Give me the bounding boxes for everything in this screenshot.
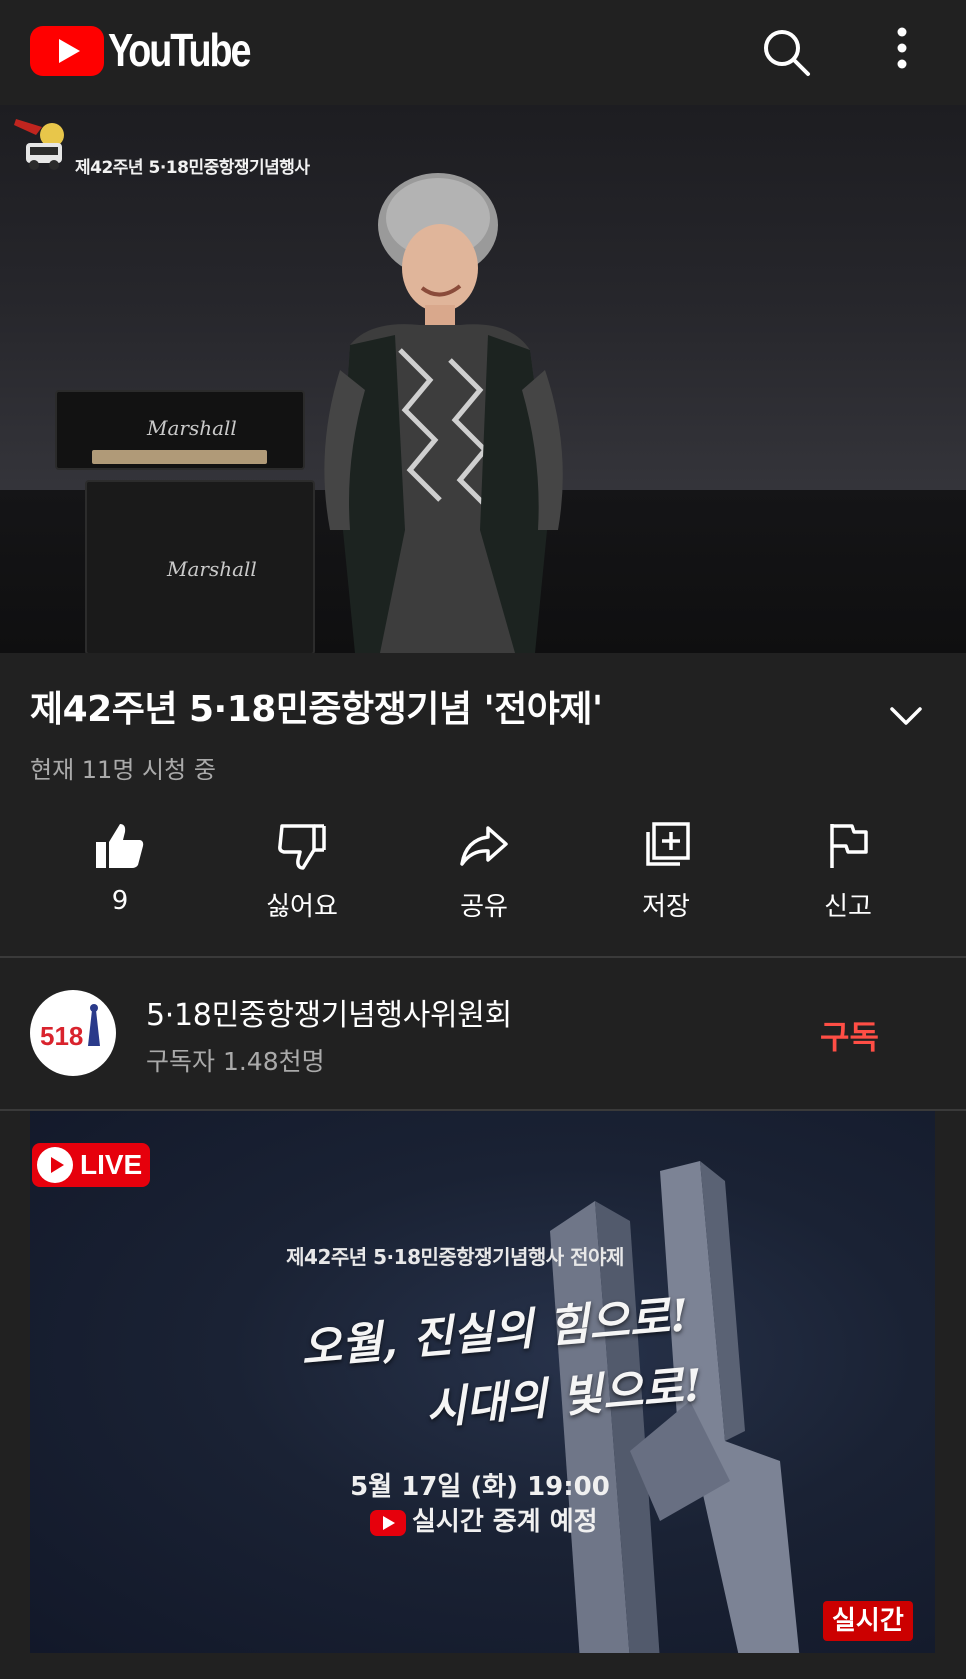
video-title[interactable]: 제42주년 5·18민중항쟁기념 '전야제' (30, 688, 850, 732)
channel-avatar[interactable]: 518 (30, 990, 116, 1076)
video-overlay-caption: 제42주년 5·18민중항쟁기념행사 (75, 158, 310, 178)
dislike-button[interactable]: 싫어요 (232, 820, 372, 940)
app-name[interactable]: YouTube (108, 22, 251, 78)
live-status-badge: 실시간 (823, 1601, 913, 1641)
card-schedule: 실시간 중계 예정 (370, 1501, 598, 1537)
card-event-title: 제42주년 5·18민중항쟁기념행사 전야제 (286, 1245, 624, 1269)
video-actions-row: 9 싫어요 공유 저장 신고 (0, 820, 966, 940)
flag-icon (830, 824, 868, 868)
live-badge: LIVE (32, 1143, 150, 1187)
subscriber-count: 구독자 1.48천명 (146, 1047, 325, 1076)
channel-logo-icon: 518 (40, 1004, 100, 1051)
channel-name[interactable]: 5·18민중항쟁기념행사위원회 (146, 990, 512, 1034)
avatar-text: 518 (40, 1021, 83, 1051)
video-player[interactable]: Marshall Marshall 제42주년 5·18민중항쟁기념행사 (0, 105, 966, 653)
share-label: 공유 (460, 892, 508, 922)
save-button[interactable]: 저장 (596, 820, 736, 940)
amplifier-cabinet: Marshall (85, 480, 315, 653)
report-label: 신고 (824, 892, 872, 922)
amp-cabinet-brand-text: Marshall (167, 557, 257, 581)
divider (0, 956, 966, 958)
top-app-bar: YouTube (0, 0, 966, 105)
youtube-mini-icon (370, 1509, 406, 1536)
live-badge-text: LIVE (80, 1149, 143, 1180)
amp-control-panel (92, 450, 267, 464)
more-vert-icon[interactable] (880, 24, 924, 80)
live-video-card[interactable]: LIVE 제42주년 5·18민중항쟁기념행사 전야제 오월, 진실의 힘으로!… (30, 1111, 935, 1653)
live-play-icon (37, 1147, 73, 1183)
like-count: 9 (111, 886, 129, 916)
amp-brand-text: Marshall (147, 416, 237, 440)
chevron-down-icon[interactable] (886, 700, 926, 730)
card-schedule-text: 실시간 중계 예정 (412, 1507, 598, 1537)
thumbs-down-icon (278, 824, 326, 870)
thumbs-up-icon (96, 824, 144, 868)
subscribe-button[interactable]: 구독 (820, 1012, 879, 1058)
dislike-label: 싫어요 (266, 892, 338, 922)
youtube-play-icon[interactable] (30, 26, 104, 76)
live-viewer-count: 현재 11명 시청 중 (30, 756, 216, 784)
save-label: 저장 (642, 892, 690, 922)
search-icon[interactable] (758, 24, 814, 80)
like-button[interactable]: 9 (50, 820, 190, 940)
save-playlist-icon (646, 822, 690, 866)
performer-figure (324, 173, 563, 653)
event-logo-icon (14, 119, 64, 170)
card-broadcast-date: 5월 17일 (화) 19:00 (350, 1472, 610, 1502)
share-icon (460, 826, 508, 866)
amplifier-head: Marshall (55, 390, 305, 470)
report-button[interactable]: 신고 (778, 820, 918, 940)
share-button[interactable]: 공유 (414, 820, 554, 940)
